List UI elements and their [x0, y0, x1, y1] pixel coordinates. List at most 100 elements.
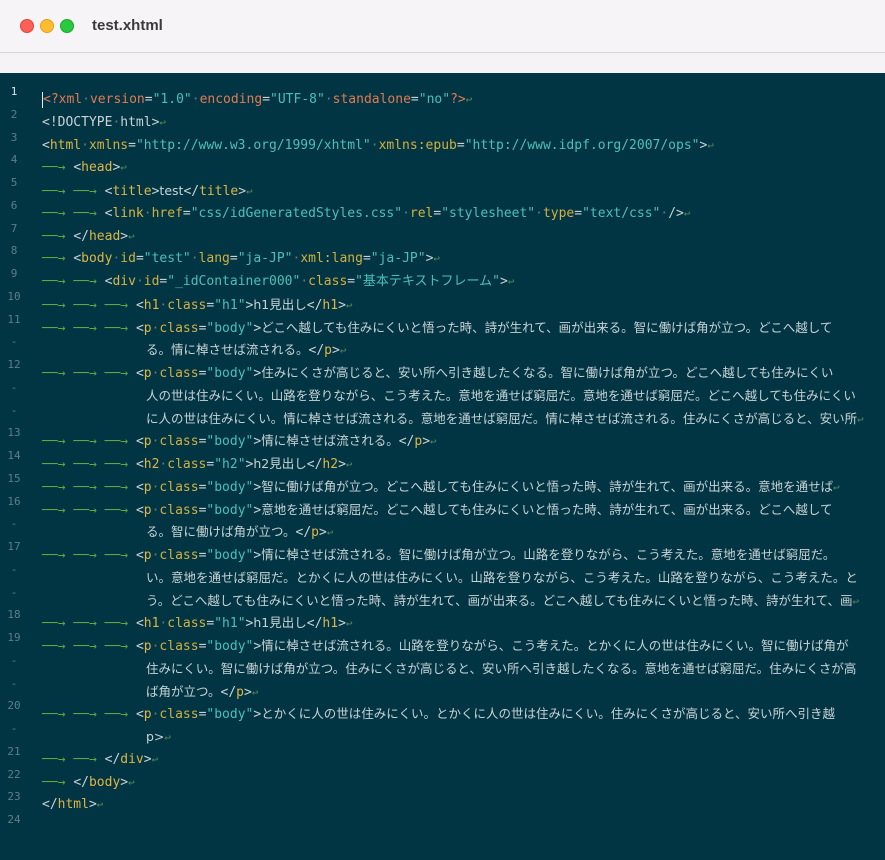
tab-arrow-icon: ──→ [104, 366, 129, 381]
code-line[interactable]: <html·xmlns="http://www.w3.org/1999/xhtm… [42, 135, 714, 158]
return-icon: ↩ [345, 298, 353, 312]
return-icon: ↩ [96, 798, 104, 812]
line-number: 7 [10, 221, 18, 235]
code-line[interactable]: る。智に働けば角が立つ。</p>↩ [146, 521, 333, 544]
tab-arrow-icon: ──→ [42, 479, 66, 495]
tab-arrow-icon: ──→ [73, 274, 97, 289]
code-line[interactable]: ──→ ──→ <title>test</title>↩ [42, 180, 253, 203]
code-line[interactable]: ──→ ──→ <link·href="css/idGeneratedStyle… [42, 203, 690, 226]
line-number: 8 [10, 244, 18, 258]
tab-arrow-icon: ──→ [104, 457, 129, 472]
zoom-window-icon[interactable] [60, 19, 74, 33]
tab-arrow-icon: ──→ [73, 616, 97, 632]
code-line[interactable]: ──→ ──→ ──→ <p·class="body">情に棹させば流される。<… [42, 430, 437, 453]
code-line[interactable]: </html>↩ [42, 794, 103, 817]
return-icon: ↩ [326, 526, 334, 540]
code-line[interactable]: 人の世は住みにくい。山路を登りながら、こう考えた。意地を通せば窮屈だ。意地を通せ… [146, 385, 856, 408]
return-icon: ↩ [683, 206, 691, 220]
code-line[interactable]: ──→ </body>↩ [42, 772, 135, 795]
return-icon: ↩ [251, 685, 259, 699]
tab-arrow-icon: ──→ [42, 251, 66, 267]
tab-arrow-icon: ──→ [73, 434, 97, 450]
line-number: 12 [7, 358, 21, 371]
code-line[interactable]: ──→ <body·id="test"·lang="ja-JP"·xml:lan… [42, 248, 440, 271]
line-number: - [10, 335, 18, 349]
code-line[interactable]: ──→ ──→ ──→ <h1·class="h1">h1見出し</h1>↩ [42, 612, 353, 635]
tab-arrow-icon: ──→ [73, 751, 97, 767]
code-line[interactable]: ──→ ──→ ──→ <p·class="body">とかくに人の世は住みにく… [42, 703, 835, 726]
code-line[interactable]: い。意地を通せば窮屈だ。とかくに人の世は住みにくい。山路を登りながら、こう考えた… [146, 567, 858, 590]
return-icon: ↩ [120, 161, 127, 175]
tab-arrow-icon: ──→ [42, 160, 66, 176]
tab-arrow-icon: ──→ [104, 707, 129, 723]
return-icon: ↩ [128, 775, 135, 789]
code-line[interactable]: ──→ ──→ ──→ <h2·class="h2">h2見出し</h2>↩ [42, 453, 353, 476]
code-line[interactable]: ──→ ──→ ──→ <p·class="body">情に棹させば流される。山… [42, 635, 848, 658]
code-line[interactable]: ──→ ──→ ──→ <p·class="body">智に働けば角が立つ。どこ… [42, 476, 840, 499]
return-icon: ↩ [852, 594, 860, 608]
line-number: 13 [7, 426, 21, 440]
line-number: 3 [10, 130, 18, 144]
line-number: 18 [7, 608, 21, 622]
line-number: 23 [7, 790, 21, 804]
tab-arrow-icon: ──→ [42, 751, 66, 767]
code-line[interactable]: ──→ ──→ ──→ <h1·class="h1">h1見出し</h1>↩ [42, 294, 353, 317]
tab-arrow-icon: ──→ [42, 434, 66, 450]
tab-arrow-icon: ──→ [104, 616, 129, 632]
code-line[interactable]: う。どこへ越しても住みにくいと悟った時、詩が生れて、画が出来る。どこへ越しても住… [146, 590, 859, 613]
line-number: 14 [7, 449, 21, 462]
tab-arrow-icon: ──→ [104, 639, 129, 654]
line-number: 16 [7, 494, 21, 508]
line-number: 2 [10, 107, 18, 121]
return-icon: ↩ [164, 731, 172, 744]
line-number: 21 [7, 744, 21, 758]
code-line[interactable]: ──→ <head>↩ [42, 157, 127, 180]
tab-arrow-icon: ──→ [104, 479, 129, 495]
line-number: - [10, 722, 18, 735]
code-line[interactable]: ──→ ──→ </div>↩ [42, 749, 158, 772]
code-editor[interactable]: 1 2 3 4 5 6 7 8 9 10 11-12- -13 14 15 16-17- -18 19- -20-… [0, 73, 885, 860]
line-number: 11 [7, 312, 21, 326]
code-line[interactable]: <!DOCTYPE·html>↩ [42, 112, 166, 135]
line-number: - [10, 380, 18, 394]
tab-arrow-icon: ──→ [73, 184, 97, 199]
code-line[interactable]: p>↩ [146, 726, 171, 749]
tab-arrow-icon: ──→ [73, 366, 97, 381]
minimize-window-icon[interactable] [40, 19, 54, 33]
tab-arrow-icon: ──→ [42, 205, 66, 221]
line-number: 1 [10, 85, 18, 98]
code-line[interactable]: る。情に棹させば流される。</p>↩ [146, 339, 346, 362]
tab-arrow-icon: ──→ [73, 205, 97, 221]
tab-arrow-icon: ──→ [42, 274, 66, 289]
return-icon: ↩ [151, 752, 159, 766]
line-number: 17 [7, 540, 21, 553]
code-line[interactable]: 住みにくい。智に働けば角が立つ。住みにくさが高じると、安い所へ引き越したくなる。… [146, 658, 856, 681]
editor-window: test.xhtml 1 2 3 4 5 6 7 8 9 10 11-12- -13 14 15 16-17… [0, 0, 885, 860]
code-line[interactable]: ──→ ──→ ──→ <p·class="body">住みにくさが高じると、安… [42, 362, 833, 385]
return-icon: ↩ [339, 344, 347, 358]
toolbar-area [0, 53, 885, 73]
tab-arrow-icon: ──→ [73, 457, 97, 472]
tab-arrow-icon: ──→ [104, 297, 129, 313]
tab-arrow-icon: ──→ [42, 228, 66, 244]
tab-arrow-icon: ──→ [104, 434, 129, 450]
tab-arrow-icon: ──→ [42, 548, 66, 563]
code-line[interactable]: ──→ ──→ ──→ <p·class="body">情に棹させば流される。智… [42, 544, 835, 567]
line-number: 6 [10, 198, 18, 212]
code-line[interactable]: <?xml·version="1.0"·encoding="UTF-8"·sta… [42, 89, 472, 112]
code-line[interactable]: ──→ ──→ ──→ <p·class="body">意地を通せば窮屈だ。どこ… [42, 499, 832, 522]
return-icon: ↩ [345, 458, 353, 471]
return-icon: ↩ [507, 275, 515, 288]
return-icon: ↩ [707, 138, 714, 152]
tab-arrow-icon: ──→ [73, 297, 97, 313]
code-line[interactable]: ──→ ──→ ──→ <p·class="body">どこへ越しても住みにくい… [42, 317, 832, 340]
code-line[interactable]: に人の世は住みにくい。情に棹させば流される。意地を通せば窮屈だ。情に棹させば流さ… [146, 408, 864, 431]
close-window-icon[interactable] [20, 19, 34, 33]
window-title: test.xhtml [92, 17, 163, 34]
code-line[interactable]: ──→ ──→ <div·id="_idContainer000"·class=… [42, 271, 514, 294]
tab-arrow-icon: ──→ [42, 774, 66, 790]
code-line[interactable]: ──→ </head>↩ [42, 226, 135, 249]
tab-arrow-icon: ──→ [42, 184, 66, 199]
code-line[interactable]: ば角が立つ。</p>↩ [146, 681, 258, 704]
line-number: 22 [7, 767, 21, 781]
